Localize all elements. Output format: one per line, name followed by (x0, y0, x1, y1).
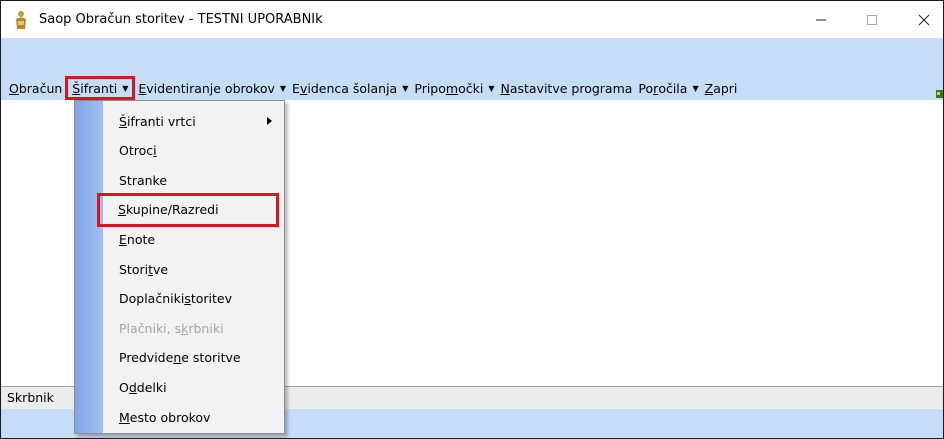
accelerator-key: v (299, 80, 308, 96)
maximize-button[interactable] (849, 3, 895, 37)
label-part: delki (136, 379, 167, 395)
menu-šifranti[interactable]: Šifranti ▼ (65, 76, 136, 100)
dropdown-item-doplačniki-storitev[interactable]: Doplačniki s toritev (103, 285, 284, 313)
menu-evidenca-šolanja[interactable]: Ev idenca šolanja ▼ (289, 79, 411, 97)
dropdown-caret-icon: ▼ (692, 83, 699, 93)
menu-obračun[interactable]: Obračun (6, 79, 65, 97)
label-part: Otroc (119, 143, 154, 159)
menu-nastavitve-programa[interactable]: Nastavitve programa (497, 79, 635, 97)
minimize-icon (816, 19, 826, 21)
dropdown-caret-icon: ▼ (488, 83, 495, 93)
dropdown-item-stranke[interactable]: Stranke (103, 166, 284, 194)
accelerator-key: E (119, 231, 127, 247)
label-part: Predvide (119, 350, 174, 366)
accelerator-key: n (173, 350, 182, 366)
dropdown-caret-icon: ▼ (402, 83, 409, 93)
label-part: Po (638, 80, 654, 96)
minimize-button[interactable] (798, 3, 844, 37)
accelerator-key: S (118, 202, 126, 218)
dropdown-item-šifranti-vrtci[interactable]: Šifranti vrtci (103, 107, 284, 135)
title-bar: Saop Obračun storitev - TESTNI UPORABNIk (1, 1, 943, 38)
submenu-arrow-icon (267, 117, 272, 125)
status-user: Skrbnik (7, 390, 54, 405)
dropdown-item-storitve[interactable]: Stori t ve (103, 255, 284, 283)
label-part: apri (713, 80, 738, 96)
dropdown-item-otroci[interactable]: Otroc i (103, 137, 284, 165)
accelerator-key: Š (72, 80, 81, 96)
accelerator-key: i (153, 143, 157, 159)
accelerator-key: N (500, 80, 510, 96)
label-part: idenca šolanja (307, 80, 398, 96)
label-part: kupine/Razredi (125, 202, 219, 218)
dropdown-item-plačniki-skrbniki: Plačniki, s k rbniki (103, 314, 284, 342)
accelerator-key: Z (704, 80, 714, 96)
label-part: toritev (190, 291, 232, 307)
label-part: E (292, 80, 300, 96)
label-part: očki (458, 80, 484, 96)
accelerator-key: E (138, 80, 147, 96)
label-part: Doplačniki (119, 291, 185, 307)
label-part: ve (153, 261, 169, 277)
dropdown-item-skupine-razredi[interactable]: Skupine/Razredi (97, 192, 279, 227)
accelerator-key: O (9, 80, 19, 96)
label-part: bračun (18, 80, 63, 96)
menu-poročila[interactable]: Po r očila ▼ (635, 79, 701, 97)
accelerator-key: Š (119, 113, 127, 129)
label-part: ifranti (80, 80, 118, 96)
menu-evidentiranje-obrokov[interactable]: Evidentiranje obrokov ▼ (135, 79, 289, 97)
accelerator-key: k (181, 320, 189, 336)
close-button[interactable] (901, 3, 944, 37)
dropdown-item-enote[interactable]: Enote (103, 225, 284, 253)
dropdown-item-predvidene-storitve[interactable]: Predvide n e storitve (103, 344, 284, 372)
menu-icon-gutter (75, 101, 103, 433)
label-part: e storitve (181, 350, 241, 366)
sifranti-dropdown-menu: Šifranti vrtci Otroc i Stranke Skupine/Razre… (74, 100, 285, 434)
dropdown-caret-icon: ▼ (122, 83, 129, 93)
label-part: rbniki (188, 320, 224, 336)
label-part: ifranti vrtci (126, 113, 196, 129)
accelerator-key: d (128, 379, 137, 395)
menu-zapri[interactable]: Zapri (702, 79, 741, 97)
person-app-icon (16, 11, 26, 29)
label-part: O (119, 379, 129, 395)
dropdown-item-oddelki[interactable]: Od delki (103, 373, 284, 401)
label-part: Stori (119, 261, 149, 277)
dropdown-caret-icon: ▼ (279, 83, 287, 93)
accelerator-key: m (445, 80, 459, 96)
accelerator-key: M (119, 409, 130, 425)
label-part: Pripo (414, 80, 446, 96)
menu-pripomočki[interactable]: Pripo m očki ▼ (411, 79, 497, 97)
maximize-icon (867, 15, 877, 25)
window-title: Saop Obračun storitev - TESTNI UPORABNIk (39, 12, 323, 27)
label-part: videntiranje obrokov (146, 80, 275, 96)
menu-bar: Obračun Šifranti ▼ Evidentiranje obrokov ▼ Ev… (1, 38, 944, 112)
dropdown-item-mesto-obrokov[interactable]: Mesto obrokov (103, 403, 284, 431)
label-part: Plačniki, s (119, 320, 182, 336)
label-part: očila (658, 80, 688, 96)
close-icon (918, 14, 930, 26)
menu-row: Obračun Šifranti ▼ Evidentiranje obrokov ▼ Ev… (6, 76, 741, 100)
label-part: Stranke (119, 172, 168, 188)
label-part: esto obrokov (129, 409, 211, 425)
label-part: astavitve programa (509, 80, 633, 96)
label-part: note (126, 231, 156, 247)
